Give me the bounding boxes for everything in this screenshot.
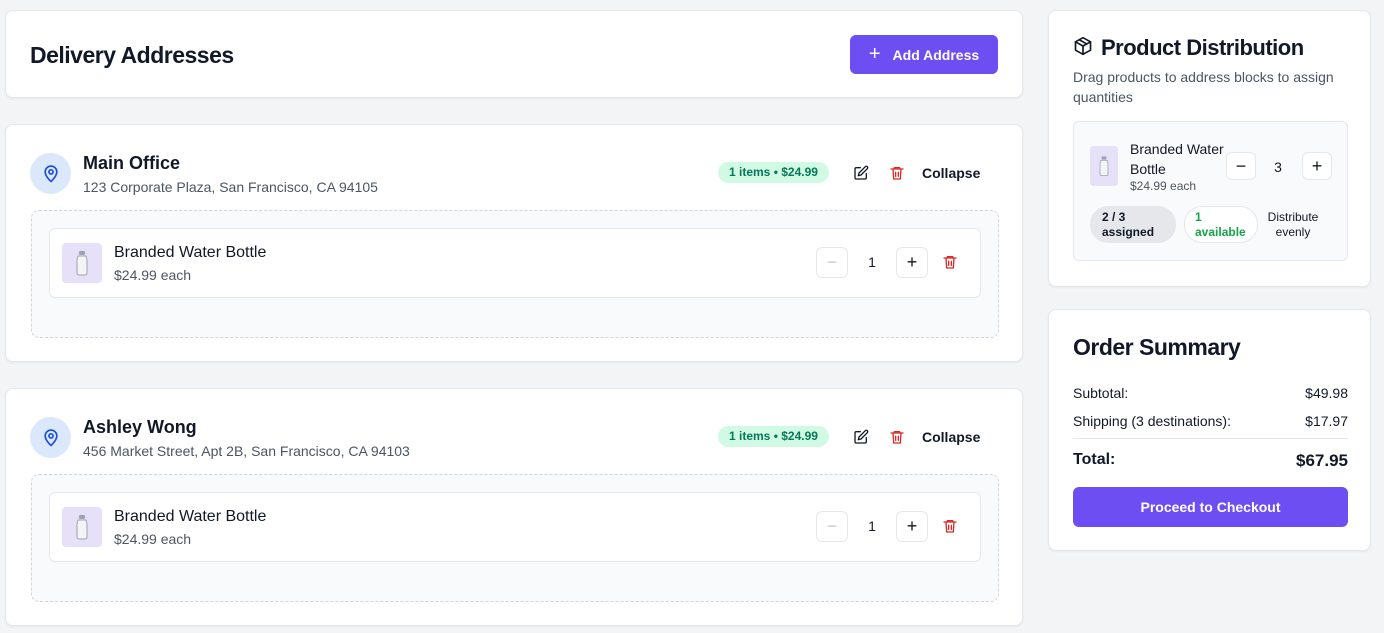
item-price: $24.99 each: [114, 267, 192, 283]
address-line: 456 Market Street, Apt 2B, San Francisco…: [83, 443, 410, 459]
available-count: 1: [1195, 210, 1202, 224]
decrease-quantity-button[interactable]: −: [816, 247, 848, 278]
quantity-value: 1: [868, 254, 876, 270]
trash-icon[interactable]: [942, 518, 958, 539]
address-line: 123 Corporate Plaza, San Francisco, CA 9…: [83, 179, 378, 195]
location-pin-icon: [30, 153, 71, 194]
total-row: Total: $67.95: [1073, 451, 1348, 471]
plus-icon: +: [868, 42, 881, 65]
water-bottle-thumbnail: [62, 243, 102, 283]
product-distribution-card: Product Distribution Drag products to ad…: [1048, 10, 1371, 287]
subtotal-row: Subtotal: $49.98: [1073, 385, 1348, 401]
distribute-evenly-button[interactable]: Distribute evenly: [1260, 210, 1326, 240]
distribute-evenly-label-line1: Distribute: [1267, 210, 1319, 224]
items-badge: 1 items • $24.99: [718, 162, 829, 183]
address-name: Ashley Wong: [83, 417, 197, 437]
product-name: Branded Water Bottle: [1130, 141, 1224, 177]
page-title: Delivery Addresses: [30, 42, 234, 68]
decrease-total-quantity-button[interactable]: −: [1226, 152, 1256, 180]
trash-icon[interactable]: [887, 163, 907, 183]
quantity-value: 1: [868, 518, 876, 534]
edit-icon[interactable]: [851, 163, 871, 183]
item-price: $24.99 each: [114, 531, 192, 547]
distribution-header: Product Distribution: [1073, 35, 1304, 61]
assigned-item-row: Branded Water Bottle $24.99 each − 1 +: [49, 492, 981, 562]
subtotal-value: $49.98: [1305, 385, 1348, 401]
total-label: Total:: [1073, 451, 1116, 468]
summary-divider: [1073, 438, 1348, 439]
address-card-ashley-wong: Ashley Wong 456 Market Street, Apt 2B, S…: [5, 388, 1023, 626]
distribution-subtitle: Drag products to address blocks to assig…: [1073, 69, 1334, 105]
add-address-label: Add Address: [892, 46, 980, 63]
trash-icon[interactable]: [942, 254, 958, 275]
total-value: $67.95: [1296, 451, 1348, 470]
address-name: Main Office: [83, 153, 181, 173]
proceed-to-checkout-button[interactable]: Proceed to Checkout: [1073, 487, 1348, 527]
item-name: Branded Water Bottle: [114, 244, 267, 261]
assigned-count: 2 / 3: [1102, 210, 1126, 224]
collapse-button[interactable]: Collapse: [922, 163, 980, 183]
product-price: $24.99 each: [1130, 179, 1197, 193]
distribute-evenly-label-line2: evenly: [1275, 225, 1311, 239]
draggable-product[interactable]: Branded Water Bottle $24.99 each − 3 + 2…: [1073, 121, 1348, 261]
assigned-label: assigned: [1102, 225, 1155, 239]
increase-quantity-button[interactable]: +: [896, 247, 928, 278]
shipping-label: Shipping (3 destinations):: [1073, 413, 1231, 429]
increase-total-quantity-button[interactable]: +: [1302, 152, 1332, 180]
address-card-main-office: Main Office 123 Corporate Plaza, San Fra…: [5, 124, 1023, 362]
water-bottle-thumbnail: [1090, 146, 1118, 186]
summary-title: Order Summary: [1073, 334, 1241, 360]
available-label: available: [1195, 225, 1246, 239]
order-summary-card: Order Summary Subtotal: $49.98 Shipping …: [1048, 309, 1371, 551]
add-address-button[interactable]: + Add Address: [850, 35, 998, 74]
increase-quantity-button[interactable]: +: [896, 511, 928, 542]
total-quantity-value: 3: [1274, 159, 1282, 175]
distribution-title: Product Distribution: [1101, 35, 1304, 60]
edit-icon[interactable]: [851, 427, 871, 447]
items-badge: 1 items • $24.99: [718, 426, 829, 447]
header-card: Delivery Addresses + Add Address: [5, 10, 1023, 98]
shipping-row: Shipping (3 destinations): $17.97: [1073, 413, 1348, 429]
trash-icon[interactable]: [887, 427, 907, 447]
shipping-value: $17.97: [1305, 413, 1348, 429]
assigned-item-row: Branded Water Bottle $24.99 each − 1 +: [49, 228, 981, 298]
package-icon: [1073, 36, 1093, 61]
location-pin-icon: [30, 417, 71, 458]
decrease-quantity-button[interactable]: −: [816, 511, 848, 542]
available-count-pill: 1 available: [1184, 206, 1258, 243]
item-name: Branded Water Bottle: [114, 508, 267, 525]
water-bottle-thumbnail: [62, 507, 102, 547]
product-drop-zone[interactable]: Branded Water Bottle $24.99 each − 1 +: [31, 474, 999, 602]
product-drop-zone[interactable]: Branded Water Bottle $24.99 each − 1 +: [31, 210, 999, 338]
subtotal-label: Subtotal:: [1073, 385, 1129, 401]
assigned-count-pill: 2 / 3 assigned: [1090, 206, 1176, 243]
collapse-button[interactable]: Collapse: [922, 427, 980, 447]
